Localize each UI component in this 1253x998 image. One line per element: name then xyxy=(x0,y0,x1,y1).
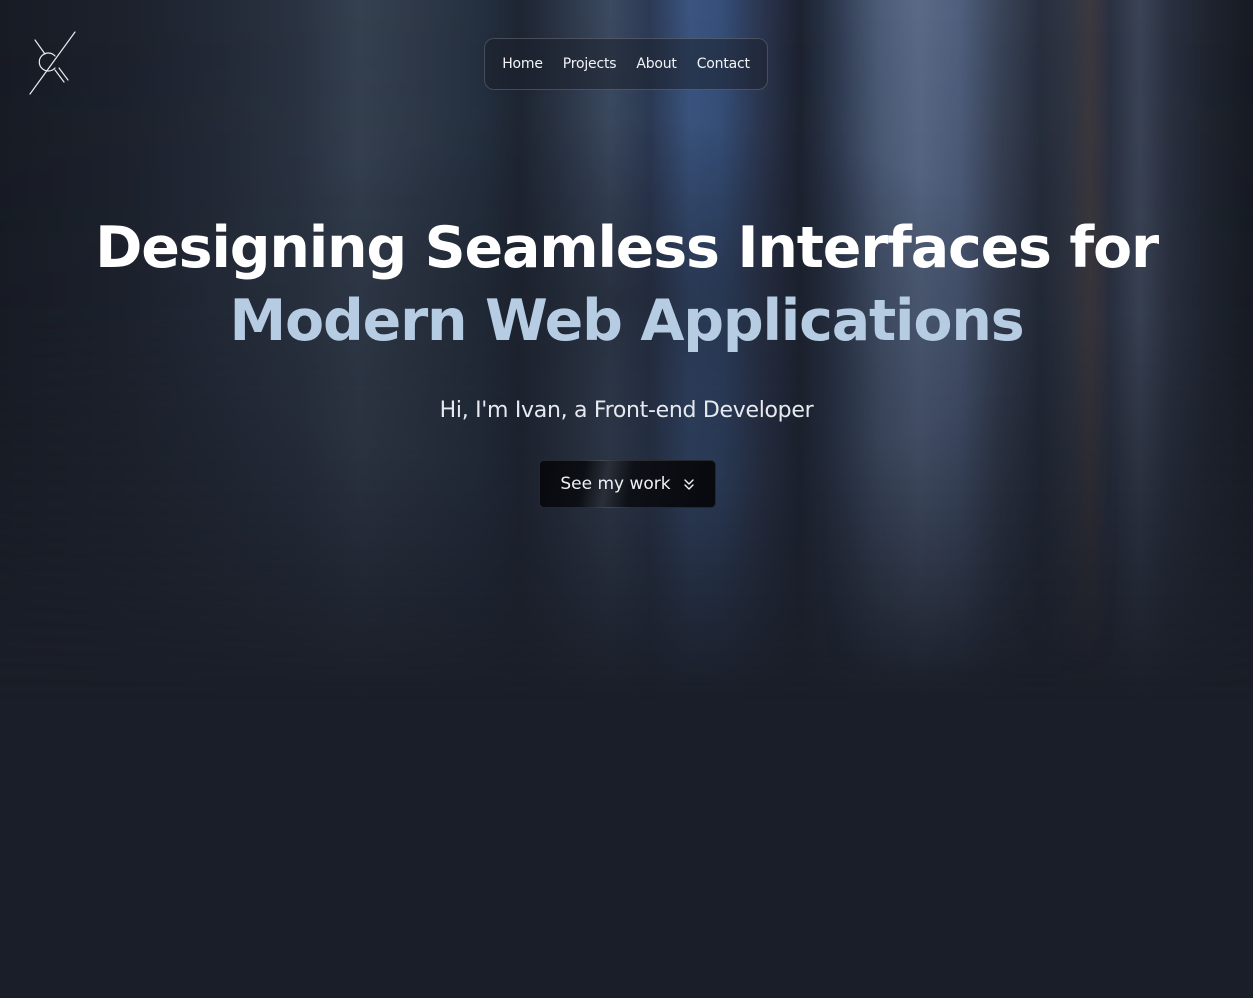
main-nav: Home Projects About Contact xyxy=(484,38,768,90)
nav-link-home[interactable]: Home xyxy=(502,56,543,72)
nav-link-contact[interactable]: Contact xyxy=(697,56,750,72)
hero-headline: Designing Seamless Interfaces for Modern… xyxy=(0,212,1253,358)
nav-link-about[interactable]: About xyxy=(636,56,677,72)
logo-icon[interactable] xyxy=(28,30,78,96)
headline-line-2: Modern Web Applications xyxy=(229,288,1025,354)
see-my-work-label: See my work xyxy=(560,474,671,494)
page: Home Projects About Contact Designing Se… xyxy=(0,0,1253,998)
hero-subtitle: Hi, I'm Ivan, a Front-end Developer xyxy=(439,398,814,423)
see-my-work-button[interactable]: See my work xyxy=(539,460,716,508)
chevrons-down-icon xyxy=(683,477,695,491)
headline-line-1: Designing Seamless Interfaces for xyxy=(95,215,1159,281)
nav-link-projects[interactable]: Projects xyxy=(563,56,617,72)
